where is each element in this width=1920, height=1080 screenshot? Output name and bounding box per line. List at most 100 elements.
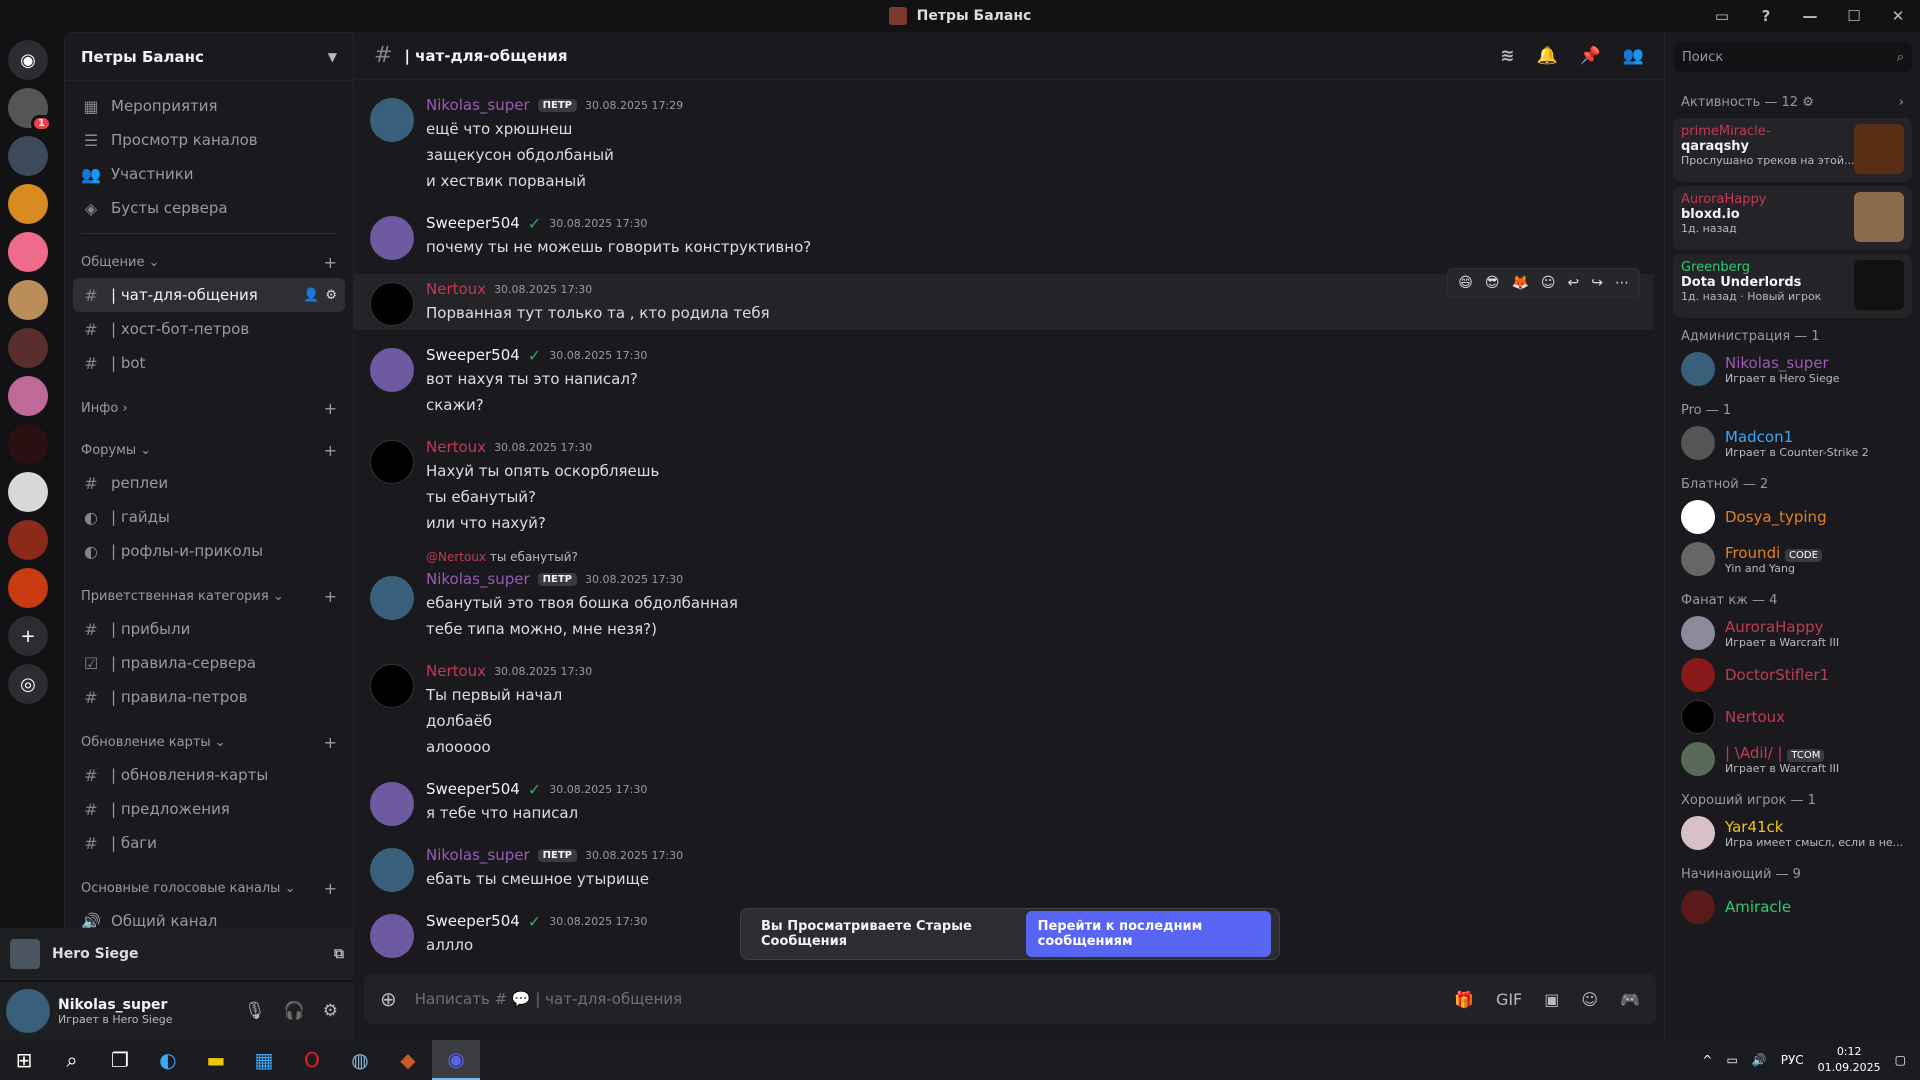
- notifications-icon[interactable]: ▢: [1895, 1053, 1906, 1067]
- member-item[interactable]: | \Adil/ | TCOM Играет в Warcraft III: [1665, 738, 1920, 780]
- message-list[interactable]: Nikolas_super ПЕТР 30.08.2025 17:29 ещё чт…: [354, 80, 1654, 1000]
- opera-icon[interactable]: O: [288, 1040, 336, 1080]
- author-name[interactable]: Nertoux: [426, 280, 486, 298]
- close-button[interactable]: ✕: [1876, 7, 1920, 25]
- author-name[interactable]: Sweeper504: [426, 912, 520, 930]
- emoji-icon[interactable]: ☺: [1581, 990, 1598, 1009]
- volume-icon[interactable]: 🔊: [1752, 1053, 1767, 1067]
- category-header[interactable]: Основные голосовые каналы ⌄ +: [73, 874, 345, 902]
- category-header[interactable]: Приветственная категория ⌄ +: [73, 582, 345, 610]
- search-input[interactable]: Поиск ⌕: [1674, 42, 1912, 72]
- channel-suggestions[interactable]: # | предложения: [73, 792, 345, 826]
- server-icon[interactable]: [8, 520, 48, 560]
- author-name[interactable]: Sweeper504: [426, 346, 520, 364]
- avatar[interactable]: [370, 348, 414, 392]
- add-channel-icon[interactable]: +: [324, 441, 337, 460]
- upload-icon[interactable]: ⊕: [380, 987, 397, 1011]
- add-channel-icon[interactable]: +: [324, 879, 337, 898]
- help-icon[interactable]: ?: [1744, 7, 1788, 25]
- channel-rules-petrov[interactable]: # | правила-петров: [73, 680, 345, 714]
- sticker-icon[interactable]: ▣: [1544, 990, 1559, 1009]
- member-item[interactable]: AuroraHappy Играет в Warcraft III: [1665, 612, 1920, 654]
- maximize-button[interactable]: ☐: [1832, 7, 1876, 25]
- channel-chat[interactable]: # | чат-для-общения 👤 ⚙: [73, 278, 345, 312]
- server-icon[interactable]: [8, 376, 48, 416]
- reaction-icon[interactable]: 😎: [1485, 275, 1500, 291]
- threads-icon[interactable]: ≋: [1500, 46, 1514, 66]
- server-icon[interactable]: [8, 136, 48, 176]
- message-input[interactable]: Написать # 💬 | чат-для-общения: [415, 990, 682, 1008]
- invite-icon[interactable]: 👤: [303, 288, 319, 303]
- server-icon[interactable]: [8, 280, 48, 320]
- activity-card[interactable]: primeMiracle- qaraqshy Прослушано треков…: [1673, 118, 1912, 182]
- category-header[interactable]: Инфо › +: [73, 394, 345, 422]
- server-icon[interactable]: [8, 328, 48, 368]
- server-icon[interactable]: [8, 472, 48, 512]
- member-item[interactable]: DoctorStifler1: [1665, 654, 1920, 696]
- add-channel-icon[interactable]: +: [324, 733, 337, 752]
- message[interactable]: @Nertoux ты ебанутый? Nikolas_super ПЕТР 3…: [354, 550, 1654, 646]
- avatar[interactable]: [370, 216, 414, 260]
- forward-icon[interactable]: ↪: [1591, 275, 1603, 291]
- game-icon[interactable]: ◆: [384, 1040, 432, 1080]
- channel-memes[interactable]: ◐ | рофлы-и-приколы: [73, 534, 345, 568]
- reply-preview[interactable]: @Nertoux ты ебанутый?: [426, 550, 1638, 568]
- message[interactable]: Sweeper504 ✓ 30.08.2025 17:30 вот нахуя ты…: [354, 340, 1654, 422]
- store-icon[interactable]: ▦: [240, 1040, 288, 1080]
- activity-card[interactable]: AuroraHappy bloxd.io 1д. назад: [1673, 186, 1912, 250]
- more-icon[interactable]: ⋯: [1615, 275, 1629, 291]
- server-icon[interactable]: [8, 232, 48, 272]
- avatar[interactable]: [370, 576, 414, 620]
- author-name[interactable]: Sweeper504: [426, 214, 520, 232]
- author-name[interactable]: Nikolas_super: [426, 96, 530, 114]
- discord-logo-icon[interactable]: ◉: [8, 40, 48, 80]
- member-item[interactable]: Nertoux: [1665, 696, 1920, 738]
- members-link[interactable]: 👥 Участники: [73, 157, 345, 191]
- member-item[interactable]: Amiracle: [1665, 886, 1920, 928]
- server-icon[interactable]: [8, 568, 48, 608]
- bell-icon[interactable]: 🔔: [1536, 46, 1557, 66]
- member-item[interactable]: Nikolas_super Играет в Hero Siege: [1665, 348, 1920, 390]
- channel-bugs[interactable]: # | баги: [73, 826, 345, 860]
- author-name[interactable]: Nertoux: [426, 438, 486, 456]
- screen-share-icon[interactable]: ⧉: [334, 946, 344, 962]
- avatar[interactable]: [370, 914, 414, 958]
- discover-icon[interactable]: ◎: [8, 664, 48, 704]
- edge-icon[interactable]: ◐: [144, 1040, 192, 1080]
- avatar[interactable]: [370, 440, 414, 484]
- message[interactable]: Sweeper504 ✓ 30.08.2025 17:30 почему ты не…: [354, 208, 1654, 264]
- avatar[interactable]: [370, 282, 414, 326]
- avatar[interactable]: [370, 782, 414, 826]
- server-header[interactable]: Петры Баланс ▼: [65, 33, 353, 81]
- members-toggle-icon[interactable]: 👥: [1623, 46, 1644, 66]
- author-name[interactable]: Nikolas_super: [426, 570, 530, 588]
- reaction-icon[interactable]: 🦊: [1511, 275, 1528, 291]
- category-header[interactable]: Форумы ⌄ +: [73, 436, 345, 464]
- member-item[interactable]: Dosya_typing: [1665, 496, 1920, 538]
- message-composer[interactable]: ⊕ Написать # 💬 | чат-для-общения 🎁 GIF ▣…: [364, 974, 1656, 1024]
- browse-channels-link[interactable]: ☰ Просмотр каналов: [73, 123, 345, 157]
- clock[interactable]: 0:12 01.09.2025: [1818, 1044, 1881, 1076]
- member-item[interactable]: Froundi CODE Yin and Yang: [1665, 538, 1920, 580]
- add-server-icon[interactable]: +: [8, 616, 48, 656]
- pin-icon[interactable]: 📌: [1580, 46, 1601, 66]
- avatar[interactable]: [370, 98, 414, 142]
- author-name[interactable]: Nertoux: [426, 662, 486, 680]
- minimize-button[interactable]: —: [1788, 7, 1832, 25]
- channel-bot[interactable]: # | bot: [73, 346, 345, 380]
- message[interactable]: Nertoux 30.08.2025 17:30 Нахуй ты опять о…: [354, 432, 1654, 540]
- server-icon[interactable]: [8, 184, 48, 224]
- category-header[interactable]: Общение ⌄ +: [73, 248, 345, 276]
- author-name[interactable]: Sweeper504: [426, 780, 520, 798]
- task-view-icon[interactable]: ❐: [96, 1040, 144, 1080]
- add-reaction-icon[interactable]: ☺: [1541, 275, 1556, 291]
- message[interactable]: Nertoux 30.08.2025 17:30 Ты первый начал …: [354, 656, 1654, 764]
- member-item[interactable]: Madcon1 Играет в Counter-Strike 2: [1665, 422, 1920, 464]
- channel-arrivals[interactable]: # | прибыли: [73, 612, 345, 646]
- reply-icon[interactable]: ↩: [1568, 275, 1580, 291]
- member-item[interactable]: Yar41ck Игра имеет смысл, если в не...: [1665, 812, 1920, 854]
- channel-rules[interactable]: ☑ | правила-сервера: [73, 646, 345, 680]
- message[interactable]: Nikolas_super ПЕТР 30.08.2025 17:30 ебать …: [354, 840, 1654, 896]
- inbox-icon[interactable]: ▭: [1700, 7, 1744, 25]
- language-indicator[interactable]: РУС: [1781, 1053, 1804, 1067]
